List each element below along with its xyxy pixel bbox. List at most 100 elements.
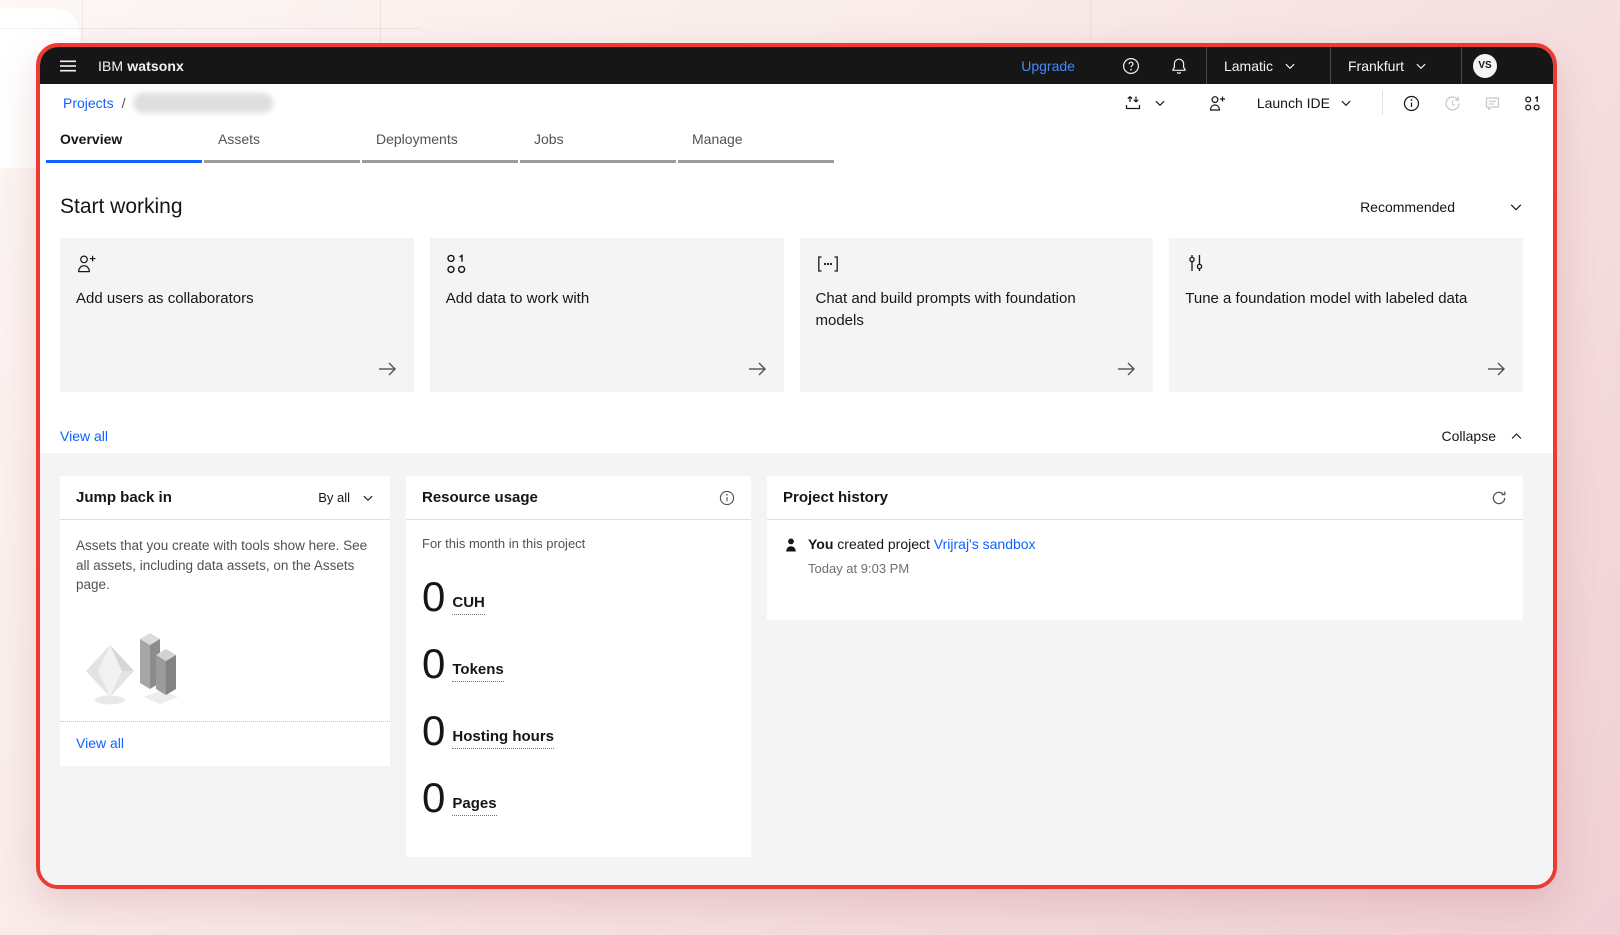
header-divider	[1461, 47, 1462, 84]
app-header: IBM watsonx Upgrade Lamatic Frankfurt VS	[40, 47, 1553, 84]
brand-logo: IBM watsonx	[98, 58, 184, 74]
arrow-right-icon	[746, 358, 768, 380]
view-all-link[interactable]: View all	[60, 428, 108, 444]
metric-label[interactable]: Hosting hours	[452, 728, 554, 749]
desktop-grid-line	[0, 28, 420, 29]
assets-empty-illustration	[78, 611, 374, 707]
notifications-bell-icon[interactable]	[1169, 47, 1189, 84]
resource-usage-title: Resource usage	[422, 489, 538, 506]
upgrade-link[interactable]: Upgrade	[1021, 58, 1075, 74]
region-menu-label: Frankfurt	[1348, 58, 1404, 74]
start-working-header: Start working Recommended	[60, 195, 1523, 219]
chevron-up-icon	[1510, 430, 1523, 443]
recommended-dropdown[interactable]: Recommended	[1360, 199, 1523, 215]
card-label: Add users as collaborators	[76, 288, 376, 310]
tune-icon	[1185, 253, 1507, 275]
card-tune-model[interactable]: Tune a foundation model with labeled dat…	[1169, 238, 1523, 392]
chevron-down-icon	[1284, 60, 1296, 72]
card-add-collaborators[interactable]: Add users as collaborators	[60, 238, 414, 392]
card-chat-prompts[interactable]: Chat and build prompts with foundation m…	[800, 238, 1154, 392]
tab-overview[interactable]: Overview	[46, 122, 202, 163]
chevron-down-icon	[362, 492, 374, 504]
history-timestamp: Today at 9:03 PM	[808, 561, 1507, 576]
resource-usage-body: For this month in this project 0 CUH 0 T…	[406, 520, 751, 835]
metric-tokens: 0 Tokens	[422, 643, 735, 685]
breadcrumb-project-name-redacted	[133, 93, 273, 113]
info-icon[interactable]	[1403, 84, 1420, 122]
start-working-title: Start working	[60, 195, 183, 219]
by-all-label: By all	[318, 490, 350, 505]
start-working-cards: Add users as collaborators Add data to w…	[60, 238, 1523, 392]
metric-hosting-hours: 0 Hosting hours	[422, 710, 735, 752]
brand-product: watsonx	[127, 58, 184, 74]
card-label: Chat and build prompts with foundation m…	[816, 288, 1116, 332]
prompt-icon	[816, 253, 1138, 275]
chevron-down-icon	[1509, 200, 1523, 214]
card-label: Tune a foundation model with labeled dat…	[1185, 288, 1485, 310]
jump-back-in-title: Jump back in	[76, 489, 172, 506]
launch-ide-button[interactable]: Launch IDE	[1257, 95, 1352, 111]
jump-back-in-empty-text: Assets that you create with tools show h…	[76, 536, 374, 595]
metric-cuh: 0 CUH	[422, 576, 735, 618]
tab-assets[interactable]: Assets	[204, 122, 360, 163]
project-history-header: Project history	[767, 476, 1523, 520]
arrow-right-icon	[1485, 358, 1507, 380]
resource-usage-panel: Resource usage For this month in this pr…	[406, 476, 751, 857]
history-actor: You	[808, 536, 833, 552]
arrow-right-icon	[376, 358, 398, 380]
comments-icon	[1484, 84, 1501, 122]
breadcrumb-toolbar-row: Projects / Launch IDE	[40, 84, 1553, 122]
tab-jobs[interactable]: Jobs	[520, 122, 676, 163]
help-icon[interactable]	[1121, 47, 1141, 84]
jump-back-in-panel: Jump back in By all Assets that you crea…	[60, 476, 390, 766]
chevron-down-icon	[1415, 60, 1427, 72]
user-bust-icon	[783, 537, 799, 553]
metric-value: 0	[422, 710, 445, 752]
chevron-down-icon	[1340, 97, 1352, 109]
import-chevron-down-icon[interactable]	[1154, 84, 1166, 122]
jump-back-in-header: Jump back in By all	[60, 476, 390, 520]
metric-value: 0	[422, 643, 445, 685]
history-entry-text: You created project Vrijraj's sandbox	[808, 536, 1036, 552]
by-all-dropdown[interactable]: By all	[318, 490, 374, 505]
jump-view-all-link[interactable]: View all	[76, 735, 124, 751]
tab-manage[interactable]: Manage	[678, 122, 834, 163]
metric-label[interactable]: Pages	[452, 795, 496, 816]
history-project-link[interactable]: Vrijraj's sandbox	[934, 536, 1036, 552]
history-entry: You created project Vrijraj's sandbox	[783, 536, 1507, 553]
collapse-label: Collapse	[1442, 428, 1496, 444]
metric-label[interactable]: Tokens	[452, 661, 503, 682]
toolbar-divider	[1382, 91, 1383, 115]
metric-pages: 0 Pages	[422, 777, 735, 819]
watsonx-app-window: IBM watsonx Upgrade Lamatic Frankfurt VS	[36, 43, 1557, 889]
add-user-icon	[76, 253, 398, 275]
add-collaborator-icon[interactable]	[1208, 84, 1227, 122]
resource-usage-subtitle: For this month in this project	[422, 536, 735, 551]
metric-label[interactable]: CUH	[452, 594, 485, 615]
region-menu[interactable]: Frankfurt	[1331, 47, 1444, 84]
related-assets-icon[interactable]	[1524, 84, 1541, 122]
metric-value: 0	[422, 777, 445, 819]
brand-prefix: IBM	[98, 58, 123, 74]
metric-value: 0	[422, 576, 445, 618]
resource-usage-header: Resource usage	[406, 476, 751, 520]
card-add-data[interactable]: Add data to work with	[430, 238, 784, 392]
breadcrumb-projects-link[interactable]: Projects	[63, 95, 114, 111]
project-history-title: Project history	[783, 489, 888, 506]
recommended-dropdown-label: Recommended	[1360, 199, 1455, 215]
dashboard-section: Jump back in By all Assets that you crea…	[40, 453, 1553, 885]
arrow-right-icon	[1115, 358, 1137, 380]
avatar[interactable]: VS	[1473, 54, 1497, 78]
menu-icon[interactable]	[53, 47, 83, 84]
header-right: Upgrade Lamatic Frankfurt VS	[1021, 47, 1553, 84]
jump-back-in-body: Assets that you create with tools show h…	[60, 520, 390, 721]
refresh-icon[interactable]	[1491, 490, 1507, 506]
collapse-button[interactable]: Collapse	[1442, 428, 1523, 444]
account-menu-label: Lamatic	[1224, 58, 1273, 74]
launch-ide-label: Launch IDE	[1257, 95, 1330, 111]
import-export-icon[interactable]	[1124, 84, 1142, 122]
start-working-footer: View all Collapse	[60, 426, 1523, 446]
resource-info-icon[interactable]	[719, 490, 735, 506]
account-menu[interactable]: Lamatic	[1207, 47, 1313, 84]
tab-deployments[interactable]: Deployments	[362, 122, 518, 163]
